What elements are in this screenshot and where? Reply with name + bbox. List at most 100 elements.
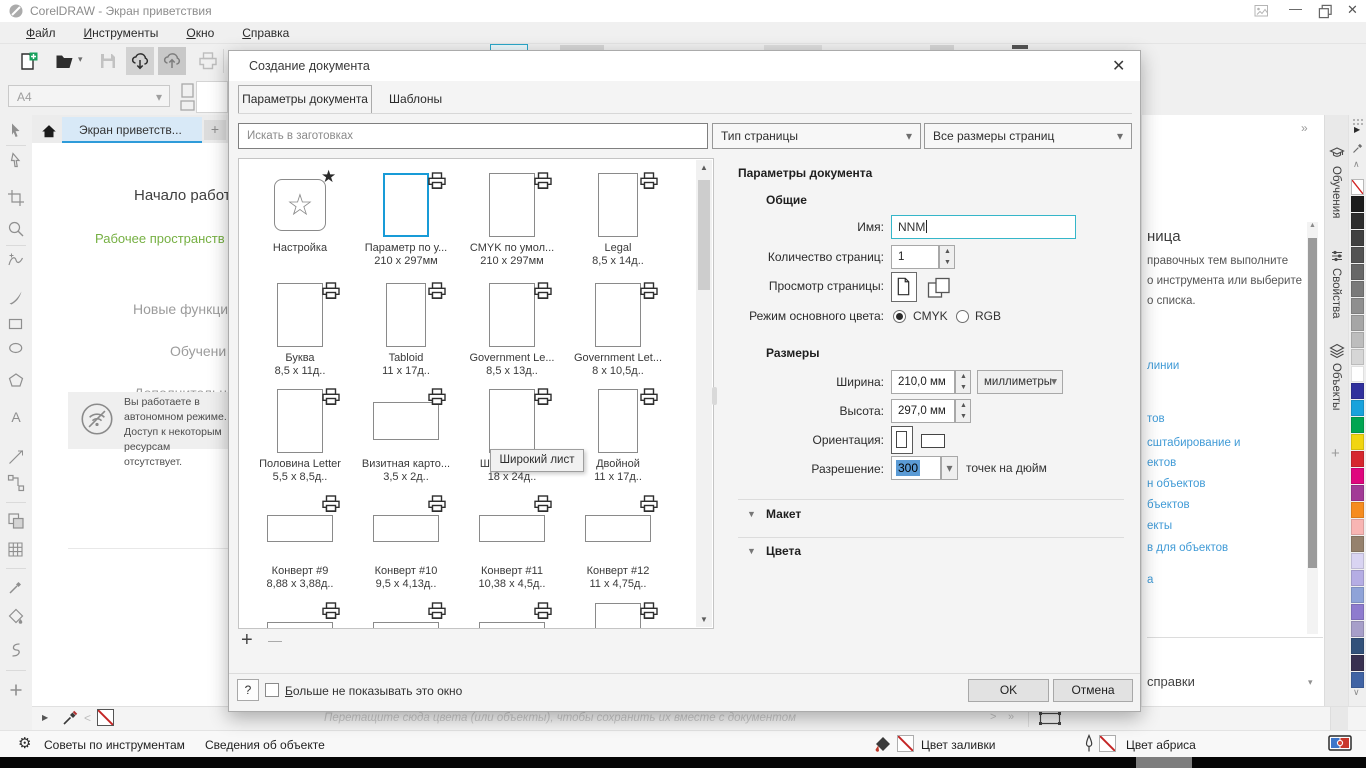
window-extra-icon[interactable] [1254,4,1269,18]
tab-document-settings[interactable]: Параметры документа [238,85,372,113]
help-link[interactable]: н объектов [1147,478,1206,490]
palette-swatch[interactable] [1351,366,1364,382]
scroll-up-icon[interactable]: ▲ [700,163,708,172]
palette-swatch[interactable] [1351,298,1364,314]
add-preset-icon[interactable]: + [241,629,253,652]
preset-item[interactable]: Конверт #1110,38 x 4,5д.. [459,491,565,595]
palette-swatch[interactable] [1351,213,1364,229]
docker-collapse-icon[interactable]: » [1301,121,1308,135]
welcome-link-new-features[interactable]: Новые функци [133,301,228,317]
ellipse-tool[interactable] [7,339,25,357]
palette-swatch[interactable] [1351,485,1364,501]
palette-swatch[interactable] [1351,264,1364,280]
pick-tool[interactable] [7,122,25,140]
palette-swatch[interactable] [1351,281,1364,297]
properties-icon[interactable] [1329,248,1345,264]
palette-swatch[interactable] [1351,349,1364,365]
help-link[interactable]: сштабирование и [1147,437,1240,449]
page-type-filter-combo[interactable]: Тип страницы ▾ [712,123,921,149]
height-field[interactable]: 297,0 мм [891,399,955,423]
dont-show-label[interactable]: Больше не показывать это окно [285,684,462,698]
palette-swatch[interactable] [1351,417,1364,433]
welcome-link-learning[interactable]: Обучени [170,343,226,359]
palette-swatch[interactable] [1351,502,1364,518]
preset-item[interactable]: Широкий л...18 x 24д.. [459,384,565,488]
single-page-view-button[interactable] [891,272,917,302]
help-link[interactable]: линии [1147,360,1179,372]
docker-scrollbar[interactable]: ▲ [1307,222,1318,634]
palette-swatch[interactable] [1351,468,1364,484]
curve-tool[interactable] [7,252,25,270]
preset-item[interactable]: Конверт #98,88 x 3,88д.. [247,491,353,595]
palette-swatch[interactable] [1351,247,1364,263]
palette-swatch[interactable] [1351,196,1364,212]
page-count-stepper[interactable]: ▲▼ [939,245,955,269]
add-docker-icon[interactable]: + [1331,445,1340,462]
combo-caret-icon[interactable]: ▾ [1308,677,1313,688]
objects-icon[interactable] [1329,343,1345,359]
palette-swatch[interactable] [1351,536,1364,552]
palette-swatch[interactable] [1351,621,1364,637]
section-caret-icon[interactable]: ▼ [747,509,756,519]
palette-swatch[interactable] [1351,451,1364,467]
portrait-orientation-button[interactable] [891,426,913,454]
open-document-button[interactable] [50,47,78,75]
dont-show-checkbox[interactable] [265,683,279,697]
palette-swatch[interactable] [1351,655,1364,671]
width-field[interactable]: 210,0 мм [891,370,955,394]
palette-swatch[interactable] [1351,570,1364,586]
preset-item[interactable]: Половина Letter5,5 x 8,5д.. [247,384,353,488]
palette-swatch[interactable] [1351,553,1364,569]
palette-swatch[interactable] [1351,315,1364,331]
palette-swatch[interactable] [1351,332,1364,348]
search-input[interactable] [238,123,708,149]
add-tool-button[interactable] [7,681,25,699]
palette-swatch[interactable] [1351,519,1364,535]
menu-item[interactable]: Окно [172,26,228,40]
mesh-fill-tool[interactable] [7,541,25,559]
resolution-combo[interactable]: 300 [891,456,941,480]
tab-welcome-screen[interactable]: Экран приветств... [62,117,202,143]
units-combo[interactable]: миллиметры ▾ [977,370,1063,394]
preset-item[interactable]: Визитная карто...3,5 x 2д.. [353,384,459,488]
close-window-button[interactable]: ✕ [1347,2,1358,18]
new-tab-button[interactable]: + [204,120,226,140]
scrollbar-thumb[interactable] [698,180,710,290]
docker-tab-properties[interactable]: Свойства [1330,268,1342,319]
page-count-field[interactable]: 1 [891,245,939,269]
palette-swatch[interactable] [1351,604,1364,620]
interactive-fill-tool[interactable] [7,607,25,625]
rgb-radio[interactable] [956,310,969,323]
rectangle-tool[interactable] [7,315,25,333]
cmyk-radio[interactable] [893,310,906,323]
eyedropper-tool[interactable] [7,578,25,596]
docker-tab-objects[interactable]: Объекты [1330,363,1342,410]
restore-button[interactable] [1318,4,1333,19]
palette-swatch[interactable] [1351,672,1364,688]
page-frame-icon[interactable] [1038,711,1062,726]
object-info-label[interactable]: Сведения об объекте [205,738,325,752]
scroll-up-icon[interactable]: ▲ [1309,222,1316,229]
docpal-flyout-icon[interactable]: ▶ [42,713,48,722]
palette-swatch[interactable] [1351,434,1364,450]
menu-item[interactable]: Файл [12,26,70,40]
artistic-media-tool[interactable] [7,289,25,307]
docpal-prev-icon[interactable]: < [84,711,91,725]
preset-item[interactable]: Government Le...8,5 x 13д.. [459,278,565,382]
dialog-close-icon[interactable]: ✕ [1112,56,1125,76]
preset-item[interactable]: Параметр по у...210 x 297мм [353,168,459,272]
menu-item[interactable]: Инструменты [70,26,173,40]
contour-tool[interactable] [7,641,25,659]
docpal-next-icon[interactable]: > [990,711,996,723]
menu-item[interactable]: Справка [228,26,303,40]
preset-item[interactable] [565,598,671,629]
remove-preset-icon[interactable]: — [268,632,282,648]
palette-flyout-icon[interactable]: ▶ [1354,125,1360,134]
palette-swatch[interactable] [1351,587,1364,603]
landscape-orientation-button[interactable] [921,434,945,448]
palette-drag-handle[interactable] [1353,119,1355,121]
help-link[interactable]: бъектов [1147,499,1190,511]
width-stepper[interactable]: ▲▼ [955,370,971,394]
page-size-filter-combo[interactable]: Все размеры страниц ▾ [924,123,1132,149]
palette-swatch[interactable] [1351,383,1364,399]
